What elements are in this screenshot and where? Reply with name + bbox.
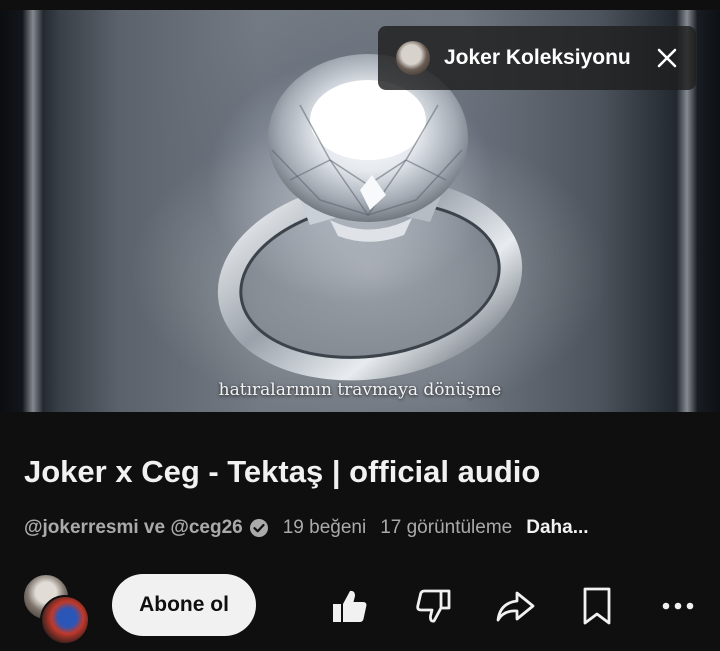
playlist-title: Joker Koleksiyonu	[444, 46, 631, 69]
save-icon[interactable]	[575, 584, 619, 628]
more-vert-icon[interactable]	[656, 584, 700, 628]
video-meta[interactable]: @jokerresmi ve @ceg26 19 beğeni 17 görün…	[24, 514, 589, 542]
video-title[interactable]: Joker x Ceg - Tektaş | official audio	[24, 454, 540, 490]
channel-avatar[interactable]	[22, 573, 90, 645]
playlist-pill[interactable]: Joker Koleksiyonu	[378, 26, 696, 90]
playlist-avatar	[396, 41, 430, 75]
avatar	[40, 595, 90, 645]
subscribe-button[interactable]: Abone ol	[112, 574, 256, 636]
share-icon[interactable]	[493, 584, 537, 628]
channel-handles[interactable]: @jokerresmi ve @ceg26	[24, 517, 243, 539]
like-icon[interactable]	[327, 584, 371, 628]
video-subtitle: hatıralarımın travmaya dönüşme	[218, 380, 502, 400]
status-strip	[0, 0, 720, 10]
verified-icon	[249, 518, 269, 538]
like-count: 19 beğeni	[282, 517, 367, 538]
action-row: Abone ol	[0, 570, 720, 645]
close-icon[interactable]	[652, 43, 682, 73]
dislike-icon[interactable]	[412, 584, 456, 628]
view-count: 17 görüntüleme	[380, 517, 513, 538]
more-description-link[interactable]: Daha...	[526, 517, 588, 539]
